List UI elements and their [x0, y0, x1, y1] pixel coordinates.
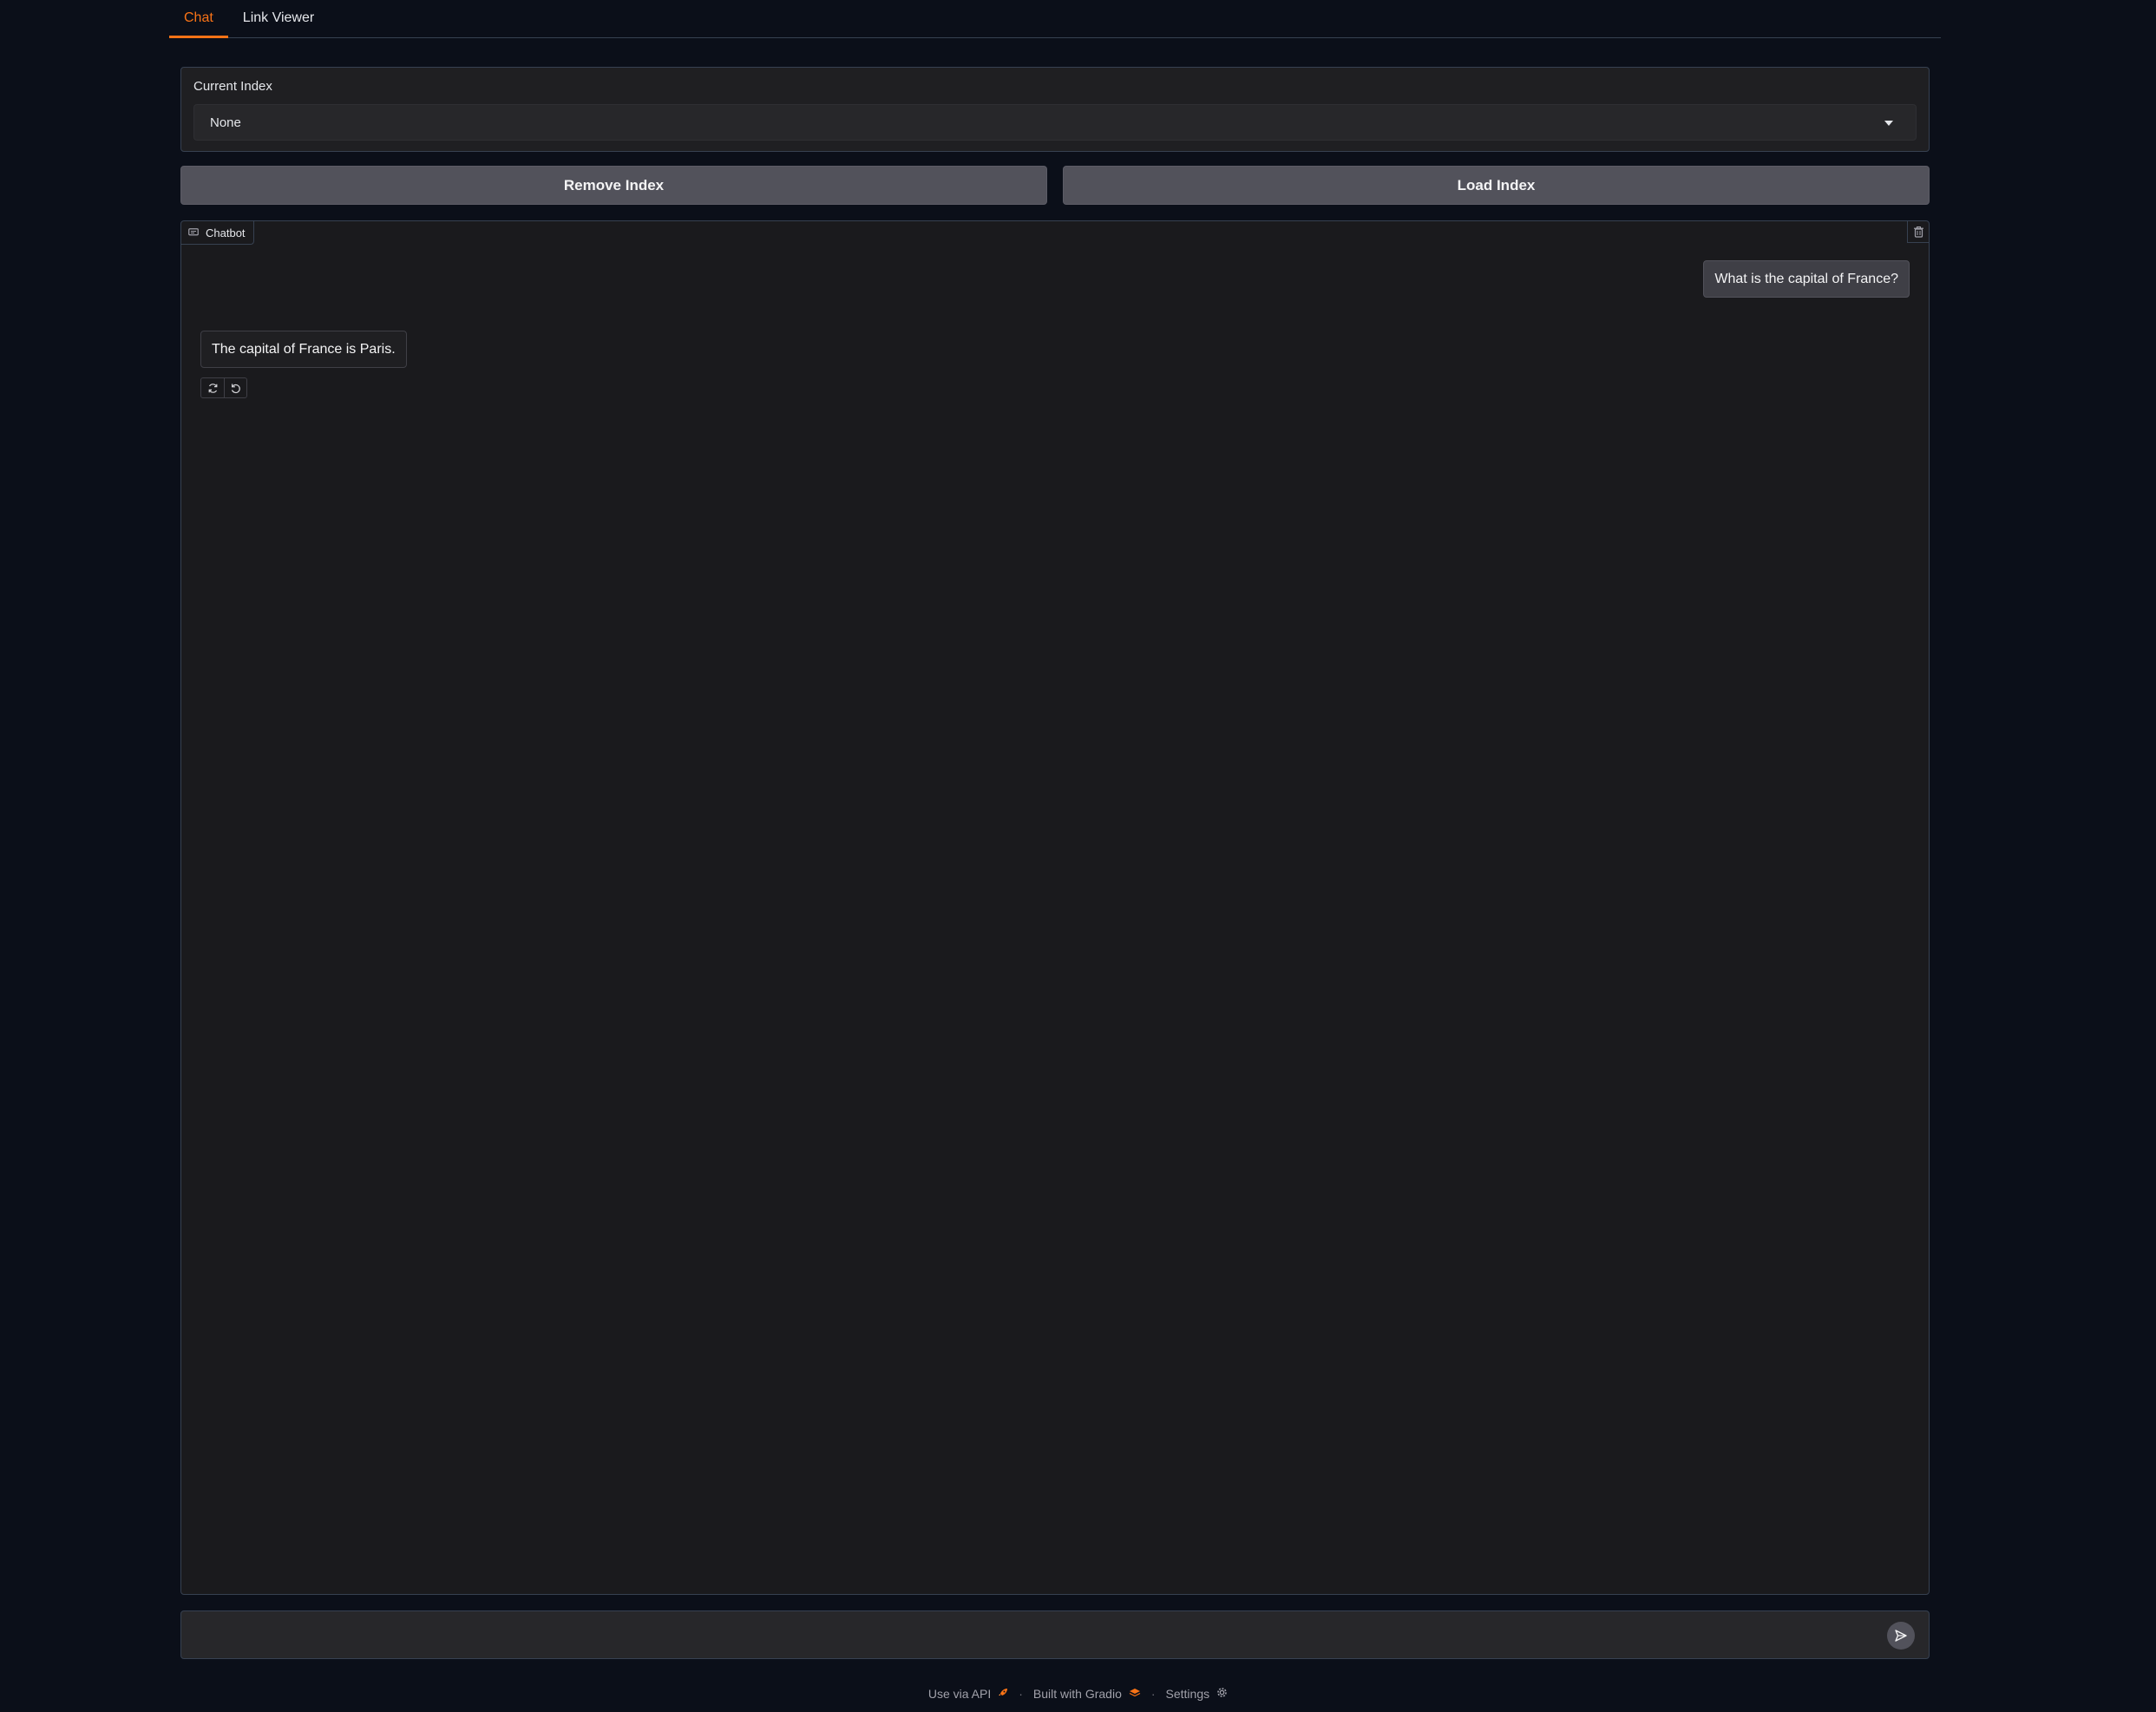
message-actions: [200, 377, 247, 398]
tab-link-viewer[interactable]: Link Viewer: [228, 0, 329, 37]
footer-separator: ·: [1150, 1687, 1156, 1701]
chevron-down-icon: [1884, 121, 1893, 126]
dropdown-value: None: [210, 115, 241, 130]
chatbot-label-text: Chatbot: [206, 226, 246, 239]
current-index-block: Current Index None: [180, 67, 1930, 152]
built-with-gradio-text: Built with Gradio: [1032, 1687, 1122, 1701]
gear-icon: [1216, 1687, 1228, 1701]
rocket-icon: [998, 1687, 1008, 1701]
undo-icon[interactable]: [224, 378, 246, 397]
settings-text: Settings: [1165, 1687, 1210, 1701]
tab-chat[interactable]: Chat: [169, 0, 228, 38]
footer-separator: ·: [1019, 1687, 1023, 1701]
retry-icon[interactable]: [201, 378, 224, 397]
trash-icon[interactable]: [1907, 221, 1929, 243]
use-via-api-link[interactable]: Use via API: [928, 1687, 1008, 1701]
remove-index-button[interactable]: Remove Index: [180, 166, 1047, 205]
use-via-api-text: Use via API: [927, 1687, 992, 1701]
user-message: What is the capital of France?: [1703, 260, 1910, 298]
current-index-label: Current Index: [193, 79, 272, 94]
gradio-logo-icon: [1129, 1687, 1141, 1701]
settings-link[interactable]: Settings: [1166, 1687, 1229, 1701]
tab-bar: Chat Link Viewer: [169, 0, 1941, 38]
chatbot-label-badge: Chatbot: [181, 221, 254, 245]
chatbot-panel: Chatbot What is the capital of France? T…: [180, 220, 1930, 1595]
send-icon[interactable]: [1887, 1622, 1915, 1650]
load-index-button[interactable]: Load Index: [1063, 166, 1930, 205]
built-with-gradio-link[interactable]: Built with Gradio: [1033, 1687, 1141, 1701]
chat-icon: [188, 228, 199, 237]
message-input-bar: [180, 1610, 1930, 1659]
footer: Use via API · Built with Gradio · Settin…: [0, 1683, 2156, 1704]
current-index-dropdown[interactable]: None: [193, 104, 1917, 141]
bot-message: The capital of France is Paris.: [200, 331, 407, 368]
message-input[interactable]: [195, 1620, 1861, 1651]
